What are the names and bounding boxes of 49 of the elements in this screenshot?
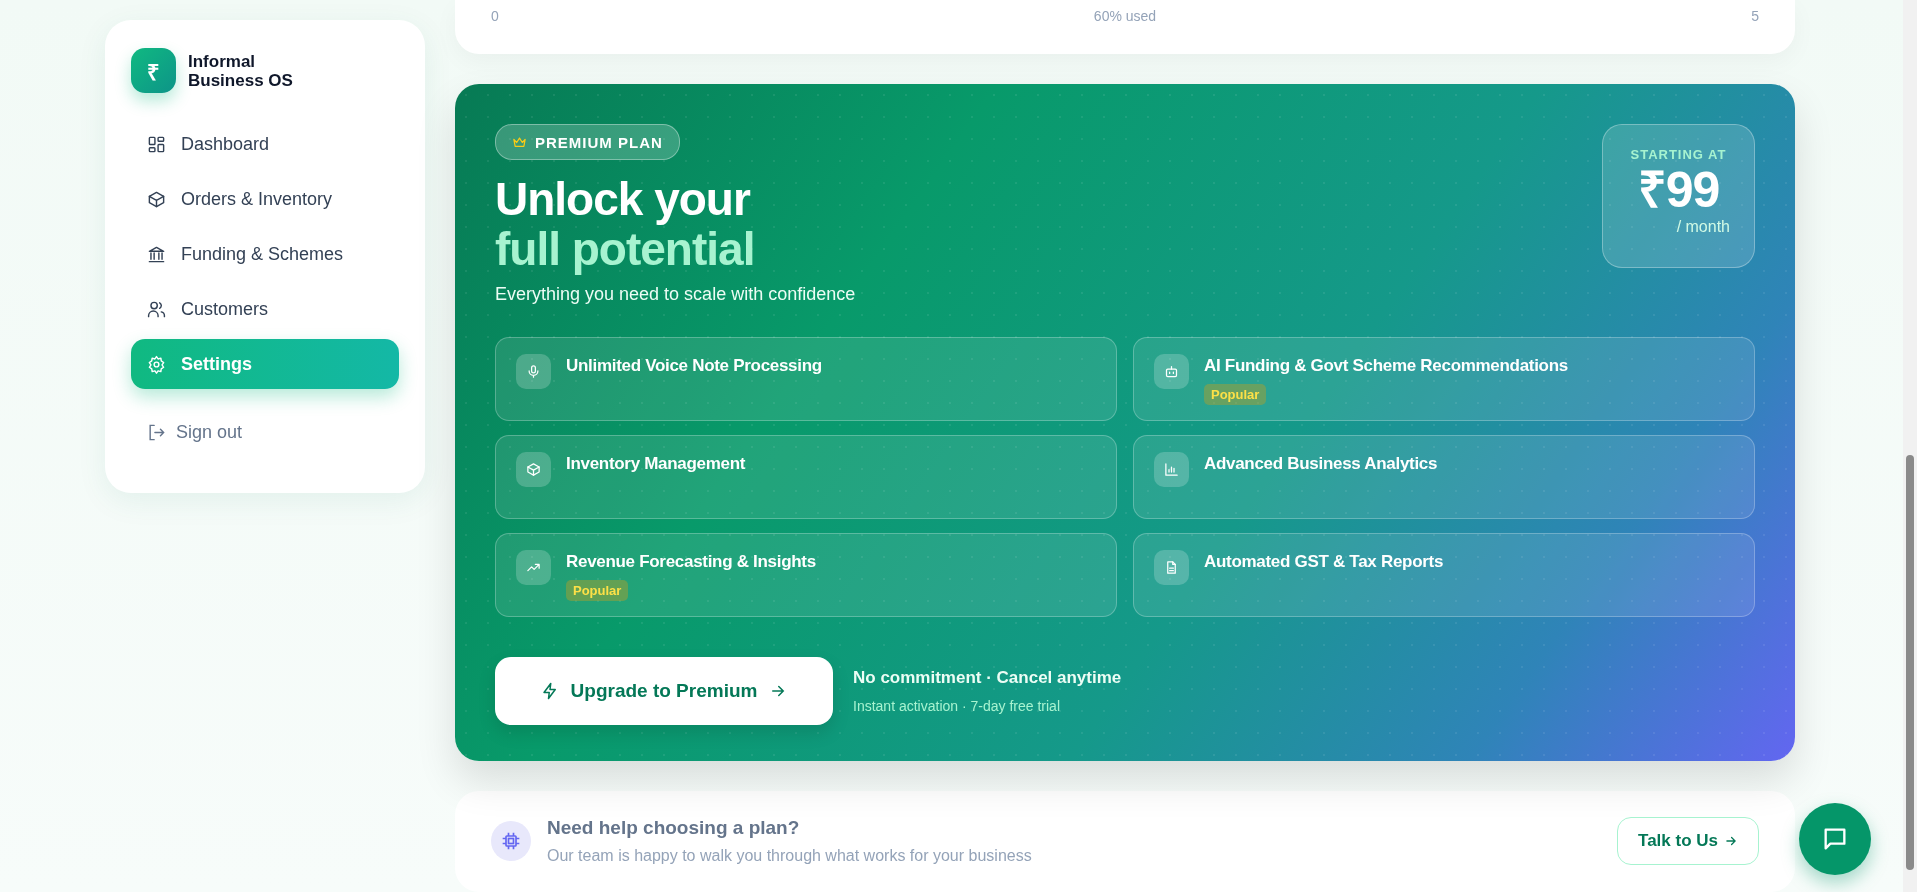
scale-label: 5 (1751, 8, 1759, 24)
crown-icon (512, 134, 527, 150)
logo-icon: ₹ (131, 48, 176, 93)
robot-icon (1154, 354, 1189, 389)
headline-highlight: full potential (495, 224, 756, 274)
arrow-icon (1724, 834, 1738, 848)
document-icon (1154, 550, 1189, 585)
trend-icon (516, 550, 551, 585)
feature-title: Unlimited Voice Note Processing (566, 356, 822, 376)
feature-title: AI Funding & Govt Scheme Recommendations (1204, 356, 1568, 376)
nav-item[interactable]: Customers (131, 284, 399, 334)
feature-title: Revenue Forecasting & Insights (566, 552, 816, 572)
price-label: STARTING AT (1630, 147, 1727, 162)
nav-item[interactable]: Orders & Inventory (131, 174, 399, 224)
scale-label: 0 (491, 8, 499, 24)
help-subtitle: Our team is happy to walk you through what works for your business (547, 847, 1033, 865)
chip-icon (491, 821, 531, 861)
bar-chart-icon (1154, 452, 1189, 487)
price-period: / month (1676, 218, 1730, 236)
nav-item[interactable]: Funding & Schemes (131, 229, 399, 279)
settings-icon (147, 354, 166, 374)
cube-icon (516, 452, 551, 487)
feature-title: Inventory Management (566, 454, 746, 474)
talk-button[interactable]: Talk to Us (1617, 817, 1759, 865)
exit-icon (147, 422, 166, 442)
commitment-note: No commitment · Cancel anytime (853, 668, 1122, 688)
grid-icon (147, 134, 166, 154)
popular-tag: Popular (1204, 384, 1267, 405)
price-amount: ₹99 (1637, 162, 1720, 218)
upgrade-button[interactable]: Upgrade to Premium (495, 657, 833, 725)
usage-caption: 60% used (1093, 8, 1157, 24)
brand-name: Informal Business OS (188, 51, 293, 90)
scrollbar[interactable] (1903, 0, 1917, 892)
lightning-icon (540, 682, 559, 700)
feature-title: Advanced Business Analytics (1204, 454, 1438, 474)
feature-title: Automated GST & Tax Reports (1204, 552, 1444, 572)
subtitle: Everything you need to scale with confidence (495, 284, 856, 305)
bank-icon (147, 244, 166, 264)
cube-icon (147, 189, 166, 209)
popular-tag: Popular (566, 580, 629, 601)
nav-item[interactable]: Dashboard (131, 119, 399, 169)
sign-out-link[interactable]: Sign out (131, 417, 399, 447)
trial-note: Instant activation · 7-day free trial (853, 698, 1061, 714)
headline: Unlock your (495, 174, 752, 224)
chat-button[interactable] (1799, 803, 1871, 875)
plan-badge: PREMIUM PLAN (495, 124, 680, 160)
microphone-icon (516, 354, 551, 389)
help-title: Need help choosing a plan? (547, 817, 801, 839)
users-icon (147, 299, 166, 319)
